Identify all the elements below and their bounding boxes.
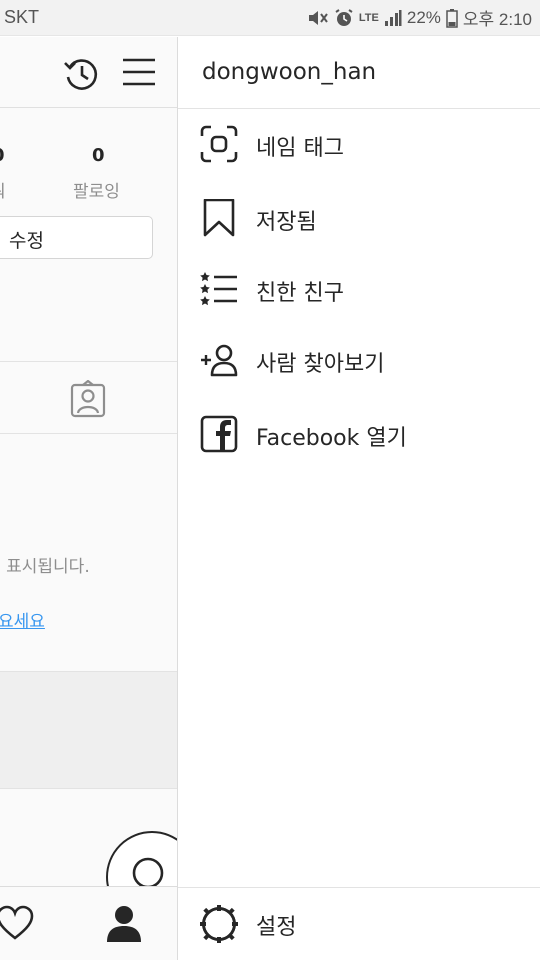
hamburger-menu-icon[interactable]: [122, 57, 156, 91]
menu-item-label: 네임 태그: [256, 136, 344, 161]
clock-time: 오후 2:10: [462, 10, 532, 29]
following-label: 팔로잉: [73, 182, 120, 202]
menu-item-label: 사람 찾아보기: [256, 352, 385, 377]
signal-icon: [384, 9, 402, 27]
divider: [0, 433, 177, 434]
close-friends-list-icon: [200, 270, 238, 308]
settings-label: 설정: [256, 915, 297, 940]
mute-icon: [307, 8, 329, 28]
empty-state-text: l 표시됩니다.: [0, 557, 90, 577]
drawer-username: dongwoon_han: [202, 59, 377, 85]
battery-icon: [446, 8, 458, 28]
menu-item-label: Facebook 열기: [256, 426, 407, 451]
empty-state-link[interactable]: 요세요: [0, 607, 45, 632]
bookmark-icon: [200, 198, 238, 237]
lte-icon: LTE: [358, 11, 379, 24]
status-bar: SKT LTE 22% 오후 2:10: [0, 0, 540, 36]
facebook-icon: [200, 415, 238, 453]
content-band: [0, 671, 177, 789]
menu-item-settings[interactable]: 설정: [178, 887, 540, 960]
drawer-header: dongwoon_han: [178, 37, 540, 109]
edit-profile-label: 수정: [9, 230, 44, 252]
divider: [0, 361, 177, 362]
menu-item-close-friends[interactable]: 친한 친구: [178, 258, 540, 318]
status-icons: LTE 22% 오후 2:10: [307, 5, 532, 30]
menu-item-discover-people[interactable]: 사람 찾아보기: [178, 329, 540, 389]
profile-icon[interactable]: [104, 903, 144, 947]
battery-percent: 22%: [406, 7, 441, 27]
menu-item-nametag[interactable]: 네임 태그: [178, 113, 540, 173]
alarm-icon: [334, 8, 354, 28]
following-count: 0: [92, 145, 105, 166]
menu-item-saved[interactable]: 저장됨: [178, 187, 540, 247]
settings-gear-icon: [200, 905, 238, 947]
followers-label: 워: [0, 177, 6, 202]
profile-top-bar: [0, 37, 177, 108]
side-drawer: dongwoon_han 네임 태그 저장됨 친한 친구 사람 찾아보기 Fac…: [178, 37, 540, 960]
menu-item-label: 친한 친구: [256, 281, 344, 306]
add-person-icon: [200, 341, 238, 379]
heart-icon[interactable]: [0, 905, 34, 945]
menu-item-open-facebook[interactable]: Facebook 열기: [178, 403, 540, 463]
profile-underlay: 0 0 워 팔로잉 수정 l 표시됩니다. 요세요: [0, 37, 178, 960]
nametag-icon: [200, 125, 238, 163]
menu-item-label: 저장됨: [256, 210, 317, 235]
carrier-name: SKT: [4, 7, 40, 27]
followers-count: 0: [0, 145, 5, 166]
tagged-posts-icon[interactable]: [70, 379, 106, 422]
edit-profile-button[interactable]: 수정: [0, 216, 153, 259]
bottom-nav: [0, 886, 177, 960]
history-icon[interactable]: [62, 55, 100, 97]
